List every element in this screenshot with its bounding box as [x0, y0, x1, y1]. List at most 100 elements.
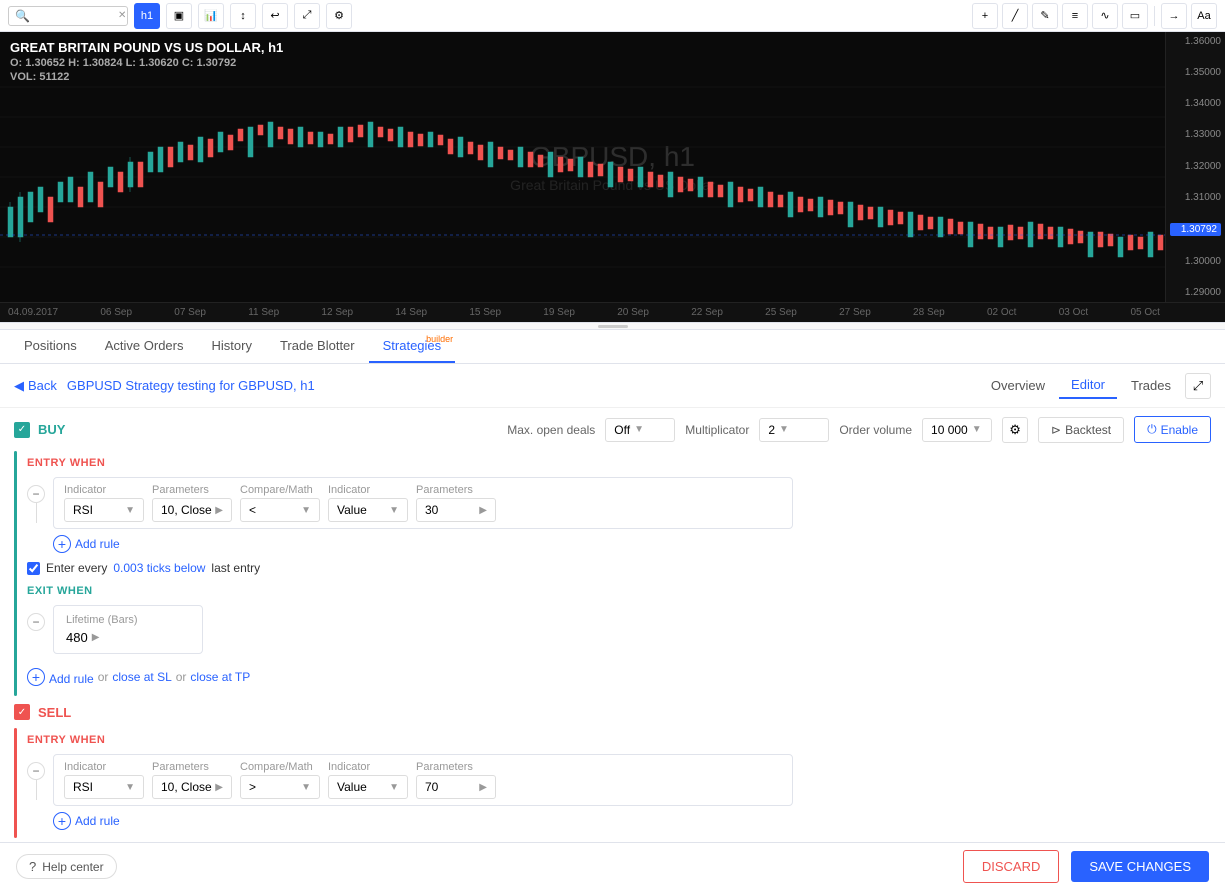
buy-close-sl-btn[interactable]: close at SL [112, 670, 171, 684]
tab-strategies[interactable]: Strategies builder [369, 330, 456, 363]
buy-indicator2-select[interactable]: Value ▼ [328, 498, 408, 522]
strategy-content: ✓ BUY Max. open deals Off ▼ Multiplicato… [0, 408, 1225, 890]
sell-content: ENTRY WHEN − Indicator RSI ▼ [27, 728, 1211, 838]
settings-btn[interactable]: ⚙ [326, 3, 352, 29]
chart-area: GREAT BRITAIN POUND VS US DOLLAR, h1 O: … [0, 32, 1225, 302]
date-4: 11 Sep [248, 307, 279, 318]
sell-params2-arrow: ▶ [479, 782, 487, 793]
strategy-title: GBPUSD Strategy testing for GBPUSD, h1 [67, 378, 315, 393]
editor-btn[interactable]: Editor [1059, 372, 1117, 399]
pair-title: GREAT BRITAIN POUND VS US DOLLAR, h1 [10, 40, 283, 55]
buy-parameters2-label: Parameters [416, 484, 496, 496]
sell-parameters-select[interactable]: 10, Close ▶ [152, 775, 232, 799]
timeframe-h1-btn[interactable]: h1 [134, 3, 160, 29]
buy-remove-rule-btn[interactable]: − [27, 485, 45, 503]
price-3: 1.34000 [1170, 98, 1221, 109]
sell-checkbox[interactable]: ✓ [14, 704, 30, 720]
sell-indicator-label: Indicator [64, 761, 144, 773]
buy-indicator-select[interactable]: RSI ▼ [64, 498, 144, 522]
sell-parameters2-select[interactable]: 70 ▶ [416, 775, 496, 799]
multiplicator-label: Multiplicator [685, 423, 749, 437]
compare-btn[interactable]: ↕ [230, 3, 256, 29]
candlestick-chart [0, 67, 1165, 282]
buy-rule-line: − [27, 485, 45, 523]
indicators-btn[interactable]: 📊 [198, 3, 224, 29]
buy-indicator-arrow: ▼ [125, 505, 135, 516]
trades-btn[interactable]: Trades [1119, 373, 1183, 398]
buy-indicator2-field: Indicator Value ▼ [328, 484, 408, 522]
buy-add-exit-rule-btn[interactable]: Add rule [49, 672, 94, 686]
date-16: 05 Oct [1130, 307, 1159, 318]
order-volume-select[interactable]: 10 000 ▼ [922, 418, 992, 442]
buy-parameters2-select[interactable]: 30 ▶ [416, 498, 496, 522]
draw-line-btn[interactable]: ╱ [1002, 3, 1028, 29]
buy-add-rule-btn[interactable]: + Add rule [53, 535, 1211, 553]
sell-compare-select[interactable]: > ▼ [240, 775, 320, 799]
sell-body: ENTRY WHEN − Indicator RSI ▼ [0, 724, 1225, 838]
buy-exit-add-icon: + [27, 668, 45, 686]
sell-indicator2-select[interactable]: Value ▼ [328, 775, 408, 799]
discard-button[interactable]: DISCARD [963, 850, 1060, 883]
draw-tools-btn[interactable]: ✎ [1032, 3, 1058, 29]
order-volume-label: Order volume [839, 423, 912, 437]
tab-trade-blotter[interactable]: Trade Blotter [266, 330, 369, 363]
replay-btn[interactable]: ↩ [262, 3, 288, 29]
close-icon: ✕ [118, 10, 126, 21]
buy-close-tp-btn[interactable]: close at TP [190, 670, 250, 684]
buy-exit-remove-btn[interactable]: − [27, 613, 45, 631]
buy-indicator2-label: Indicator [328, 484, 408, 496]
sell-label: SELL [38, 705, 71, 720]
price-1: 1.36000 [1170, 36, 1221, 47]
sell-rule-content: Indicator RSI ▼ Parameters 10, Close ▶ [53, 754, 793, 806]
search-input[interactable]: GBPUSD [34, 9, 114, 23]
arrow-btn[interactable]: → [1161, 3, 1187, 29]
buy-exit-add-row: + Add rule or close at SL or close at TP [27, 668, 1211, 686]
current-price: 1.30792 [1170, 223, 1221, 236]
price-7: 1.30000 [1170, 256, 1221, 267]
sell-indicator2-label: Indicator [328, 761, 408, 773]
buy-add-rule-icon: + [53, 535, 71, 553]
buy-lifetime-value: 480 [66, 630, 88, 645]
tab-positions[interactable]: Positions [10, 330, 91, 363]
buy-entry-checkbox[interactable] [27, 562, 40, 575]
multiplicator-select[interactable]: 2 ▼ [759, 418, 829, 442]
back-button[interactable]: ◀ Back [14, 378, 57, 394]
search-icon: 🔍 [15, 9, 30, 23]
buy-checkbox[interactable]: ✓ [14, 422, 30, 438]
resize-handle[interactable] [0, 322, 1225, 330]
save-changes-button[interactable]: SAVE CHANGES [1071, 851, 1209, 882]
buy-rule-content: Indicator RSI ▼ Parameters 10, Close ▶ [53, 477, 793, 529]
add-btn[interactable]: + [972, 3, 998, 29]
sell-indicator2-field: Indicator Value ▼ [328, 761, 408, 799]
horizontal-lines-btn[interactable]: ≡ [1062, 3, 1088, 29]
buy-settings-btn[interactable]: ⚙ [1002, 417, 1028, 443]
buy-left-bar [14, 451, 17, 696]
date-15: 03 Oct [1059, 307, 1088, 318]
sell-add-rule-btn[interactable]: + Add rule [53, 812, 1211, 830]
enable-btn[interactable]: ⏻ Enable [1134, 416, 1211, 443]
sell-indicator2-arrow: ▼ [389, 782, 399, 793]
sell-remove-rule-btn[interactable]: − [27, 762, 45, 780]
chart-type-btn[interactable]: ▣ [166, 3, 192, 29]
buy-parameters-select[interactable]: 10, Close ▶ [152, 498, 232, 522]
fullscreen-btn[interactable]: ⤢ [294, 3, 320, 29]
buy-rule-line-v [36, 503, 37, 523]
overview-btn[interactable]: Overview [979, 373, 1057, 398]
sell-parameters2-field: Parameters 70 ▶ [416, 761, 496, 799]
text-btn[interactable]: Aa [1191, 3, 1217, 29]
tab-history[interactable]: History [198, 330, 266, 363]
sell-rule-line: − [27, 762, 45, 800]
rectangle-btn[interactable]: ▭ [1122, 3, 1148, 29]
backtest-btn[interactable]: ⊳ Backtest [1038, 417, 1124, 443]
search-box[interactable]: 🔍 GBPUSD ✕ [8, 6, 128, 26]
sell-indicator-select[interactable]: RSI ▼ [64, 775, 144, 799]
help-center-btn[interactable]: ? Help center [16, 854, 117, 879]
price-5: 1.32000 [1170, 161, 1221, 172]
buy-label: BUY [38, 422, 65, 437]
buy-compare-select[interactable]: < ▼ [240, 498, 320, 522]
tab-active-orders[interactable]: Active Orders [91, 330, 198, 363]
max-open-deals-select[interactable]: Off ▼ [605, 418, 675, 442]
strategy-fullscreen-btn[interactable]: ⤢ [1185, 373, 1211, 399]
top-toolbar: 🔍 GBPUSD ✕ h1 ▣ 📊 ↕ ↩ ⤢ ⚙ + ╱ ✎ ≡ ∿ ▭ → … [0, 0, 1225, 32]
wave-btn[interactable]: ∿ [1092, 3, 1118, 29]
